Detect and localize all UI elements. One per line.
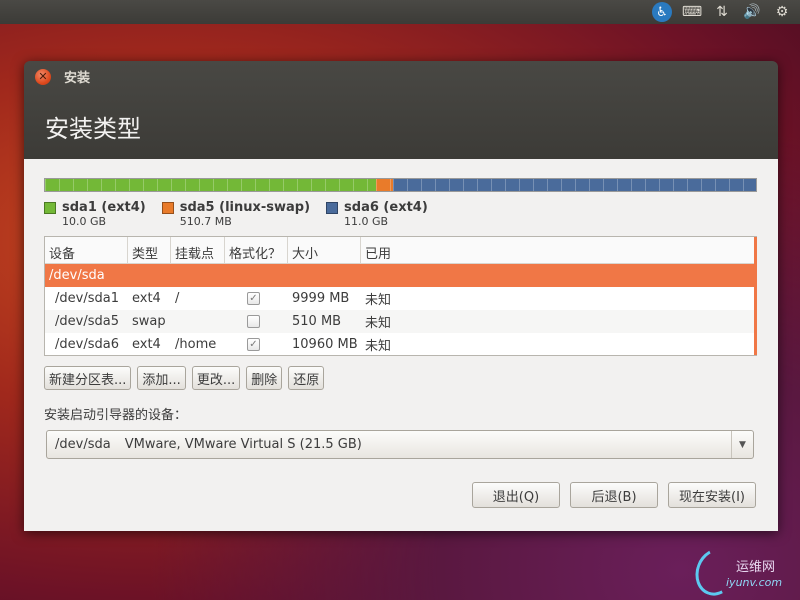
format-checkbox[interactable]: ✓ — [247, 338, 260, 351]
top-panel: ♿ ⌨ ⇅ 🔊 ⚙ — [0, 0, 800, 24]
delete-partition-button[interactable]: 删除 — [246, 366, 283, 390]
legend-swatch — [161, 202, 174, 214]
column-header-used[interactable]: 已用 — [361, 237, 756, 263]
window-title: 安装 — [64, 71, 91, 86]
legend-name: sda6 (ext4) — [344, 200, 428, 215]
boot-loader-label: 安装启动引导器的设备： — [44, 408, 188, 423]
table-row[interactable]: /dev/sda1 ext4 / ✓ 9999 MB 未知 — [45, 287, 756, 310]
table-header: 设备 类型 挂载点 格式化？ 大小 已用 — [45, 237, 756, 264]
size-cell: 510 MB — [292, 314, 342, 329]
mount-cell: /home — [175, 337, 217, 352]
column-header-mount[interactable]: 挂载点 — [171, 237, 225, 263]
boot-device-desc: VMware, VMware Virtual S (21.5 GB) — [124, 437, 362, 452]
page-title: 安装类型 — [45, 115, 141, 143]
revert-button[interactable]: 还原 — [288, 366, 325, 390]
table-row-disk[interactable]: /dev/sda — [45, 264, 756, 287]
mount-cell: / — [175, 291, 180, 306]
partition-legend: sda1 (ext4) 10.0 GB sda5 (linux-swap) 51… — [44, 200, 428, 228]
table-scrollbar[interactable] — [754, 237, 757, 355]
legend-item: sda5 (linux-swap) 510.7 MB — [161, 200, 311, 228]
gear-icon[interactable]: ⚙ — [772, 2, 792, 22]
add-partition-button[interactable]: 添加... — [137, 366, 186, 390]
boot-device-select[interactable]: /dev/sda VMware, VMware Virtual S (21.5 … — [46, 430, 754, 459]
device-cell: /dev/sda6 — [55, 337, 119, 352]
type-cell: ext4 — [132, 337, 161, 352]
legend-size: 11.0 GB — [344, 215, 389, 228]
table-row[interactable]: /dev/sda6 ext4 /home ✓ 10960 MB 未知 — [45, 333, 756, 356]
partition-segment-sda6 — [392, 179, 756, 191]
used-cell: 未知 — [365, 293, 392, 308]
format-checkbox[interactable]: ✓ — [247, 292, 260, 305]
partition-bar — [44, 178, 757, 192]
chevron-down-icon[interactable]: ▼ — [731, 431, 753, 458]
partition-table: 设备 类型 挂载点 格式化？ 大小 已用 /dev/sda /dev/sda1 … — [44, 236, 757, 356]
type-cell: swap — [132, 314, 166, 329]
legend-item: sda1 (ext4) 10.0 GB — [44, 200, 146, 228]
accessibility-icon[interactable]: ♿ — [652, 2, 672, 22]
partition-segment-sda1 — [45, 179, 376, 191]
boot-device: /dev/sda — [55, 437, 111, 452]
device-cell: /dev/sda5 — [55, 314, 119, 329]
titlebar: ✕ 安装 安装类型 — [24, 61, 778, 159]
network-icon[interactable]: ⇅ — [712, 2, 732, 22]
watermark-text: 运维网 — [736, 560, 776, 575]
change-partition-button[interactable]: 更改... — [191, 366, 241, 390]
install-now-button[interactable]: 现在安装(I) — [668, 482, 756, 508]
type-cell: ext4 — [132, 291, 161, 306]
legend-name: sda5 (linux-swap) — [179, 200, 311, 215]
column-header-type[interactable]: 类型 — [128, 237, 171, 263]
quit-button[interactable]: 退出(Q) — [472, 482, 560, 508]
column-header-device[interactable]: 设备 — [45, 237, 128, 263]
legend-swatch — [44, 202, 56, 214]
used-cell: 未知 — [365, 316, 392, 331]
watermark-logo: 运维网 iyunv.com — [688, 542, 796, 600]
used-cell: 未知 — [365, 339, 392, 354]
back-button[interactable]: 后退(B) — [570, 482, 658, 508]
keyboard-icon[interactable]: ⌨ — [682, 2, 702, 22]
device-cell: /dev/sda — [49, 268, 105, 283]
action-buttons: 退出(Q) 后退(B) 现在安装(I) — [472, 482, 756, 508]
close-icon[interactable]: ✕ — [35, 69, 51, 85]
legend-item: sda6 (ext4) 11.0 GB — [326, 200, 428, 228]
installer-window: ✕ 安装 安装类型 sda1 (ext4) 10.0 GB sda5 (linu… — [24, 61, 778, 531]
size-cell: 9999 MB — [292, 291, 350, 306]
watermark-sub: iyunv.com — [726, 576, 783, 589]
partition-segment-sda5 — [375, 179, 393, 191]
partition-buttons: 新建分区表... 添加... 更改... 删除 还原 — [44, 366, 325, 390]
legend-size: 510.7 MB — [179, 215, 232, 228]
table-row[interactable]: /dev/sda5 swap 510 MB 未知 — [45, 310, 756, 333]
volume-icon[interactable]: 🔊 — [742, 2, 762, 22]
content-area: sda1 (ext4) 10.0 GB sda5 (linux-swap) 51… — [24, 159, 778, 531]
format-checkbox[interactable] — [247, 315, 260, 328]
column-header-size[interactable]: 大小 — [288, 237, 361, 263]
new-partition-table-button[interactable]: 新建分区表... — [44, 366, 132, 390]
size-cell: 10960 MB — [292, 337, 358, 352]
swoosh-icon — [688, 542, 744, 600]
column-header-format[interactable]: 格式化？ — [225, 237, 288, 263]
legend-size: 10.0 GB — [62, 215, 107, 228]
device-cell: /dev/sda1 — [55, 291, 119, 306]
legend-name: sda1 (ext4) — [62, 200, 146, 215]
legend-swatch — [326, 202, 339, 214]
